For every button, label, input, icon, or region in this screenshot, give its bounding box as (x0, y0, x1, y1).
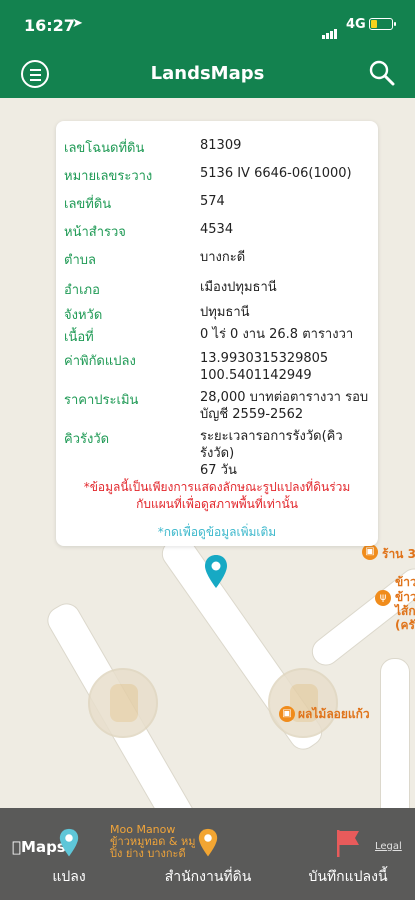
info-label: อำเภอ (64, 283, 100, 298)
info-value: บางกะดี (200, 250, 246, 265)
info-value: ปทุมธานี (200, 305, 250, 320)
fruit-shop-icon[interactable]: ▣ (279, 706, 295, 722)
tab-label: สำนักงานที่ดิน (164, 869, 252, 885)
info-label: คิวรังวัด (64, 432, 110, 447)
tab-parcel[interactable]: แปลง (44, 828, 94, 888)
disclaimer-text: *ข้อมูลนี้เป็นเพียงการแสดงลักษณะรูปแปลงท… (64, 479, 370, 513)
temple-landmark (268, 668, 338, 738)
queue-label-value: ระยะเวลารอการรังวัด(คิวรังวัด) (200, 429, 343, 461)
price-period: บัญชี 2559-2562 (200, 407, 304, 422)
pin-icon (59, 828, 79, 857)
flag-icon (337, 830, 359, 857)
price-value: 28,000 บาทต่อตารางวา รอบ (200, 390, 369, 405)
info-value: 28,000 บาทต่อตารางวา รอบ บัญชี 2559-2562 (200, 389, 370, 423)
poi-label[interactable]: (ครั (395, 616, 415, 635)
tab-label: แปลง (52, 869, 86, 885)
bottom-tab-bar: Maps Moo Manow ข้าวหมูทอด & หมู ปิ้ง ย่… (0, 808, 415, 900)
info-label: ราคาประเมิน (64, 393, 139, 408)
info-value: 13.9930315329805 100.5401142949 (200, 350, 370, 384)
search-icon[interactable] (369, 60, 395, 86)
info-value: ระยะเวลารอการรังวัด(คิวรังวัด) 67 วัน (200, 428, 370, 479)
info-value: 81309 (200, 138, 242, 153)
status-bar: 16:27 ➤ 4G (0, 0, 415, 50)
network-type: 4G (346, 17, 366, 32)
parcel-pin-icon[interactable] (204, 554, 228, 590)
longitude-value: 100.5401142949 (200, 368, 312, 383)
info-label: เลขโฉนดที่ดิน (64, 141, 145, 156)
more-info-link[interactable]: *กดเพื่อดูข้อมูลเพิ่มเติม (64, 523, 370, 542)
status-time: 16:27 (24, 16, 75, 35)
info-label: หน้าสำรวจ (64, 225, 126, 240)
poi-label[interactable]: ร้าน 3ร (382, 545, 415, 564)
app-header: 16:27 ➤ 4G LandsMaps (0, 0, 415, 98)
info-label: เนื้อที่ (64, 330, 94, 345)
info-label: เลขที่ดิน (64, 197, 112, 212)
tab-save-parcel[interactable]: บันทึกแปลงนี้ (302, 828, 394, 888)
battery-icon (369, 18, 396, 30)
info-label: ค่าพิกัดแปลง (64, 354, 136, 369)
info-value: 574 (200, 194, 225, 209)
queue-days: 67 วัน (200, 463, 237, 478)
shop-icon[interactable]: ▣ (362, 544, 378, 560)
info-label: จังหวัด (64, 308, 103, 323)
disclaimer-line: *ข้อมูลนี้เป็นเพียงการแสดงลักษณะรูปแปลงท… (83, 480, 351, 494)
office-pin-icon (198, 828, 218, 857)
info-value: เมืองปทุมธานี (200, 280, 277, 295)
disclaimer-line: กับแผนที่เพื่อดูสภาพพื้นที่เท่านั้น (136, 497, 298, 511)
app-title: LandsMaps (150, 63, 265, 84)
tab-land-office[interactable]: สำนักงานที่ดิน (160, 828, 256, 888)
info-value: 5136 IV 6646-06(1000) (200, 166, 352, 181)
parcel-info-card: เลขโฉนดที่ดิน 81309 หมายเลขระวาง 5136 IV… (56, 121, 378, 546)
info-label: หมายเลขระวาง (64, 169, 153, 184)
map-road (380, 658, 410, 808)
location-arrow-icon: ➤ (72, 16, 83, 31)
info-value: 0 ไร่ 0 งาน 26.8 ตารางวา (200, 327, 354, 342)
restaurant-icon[interactable]: ψ (375, 590, 391, 606)
info-value: 4534 (200, 222, 234, 237)
signal-icon (322, 20, 338, 39)
latitude-value: 13.9930315329805 (200, 351, 329, 366)
tab-label: บันทึกแปลงนี้ (308, 869, 388, 885)
poi-label[interactable]: ผลไม้ลอยแก้ว (298, 705, 370, 724)
temple-landmark (88, 668, 158, 738)
info-label: ตำบล (64, 253, 96, 268)
